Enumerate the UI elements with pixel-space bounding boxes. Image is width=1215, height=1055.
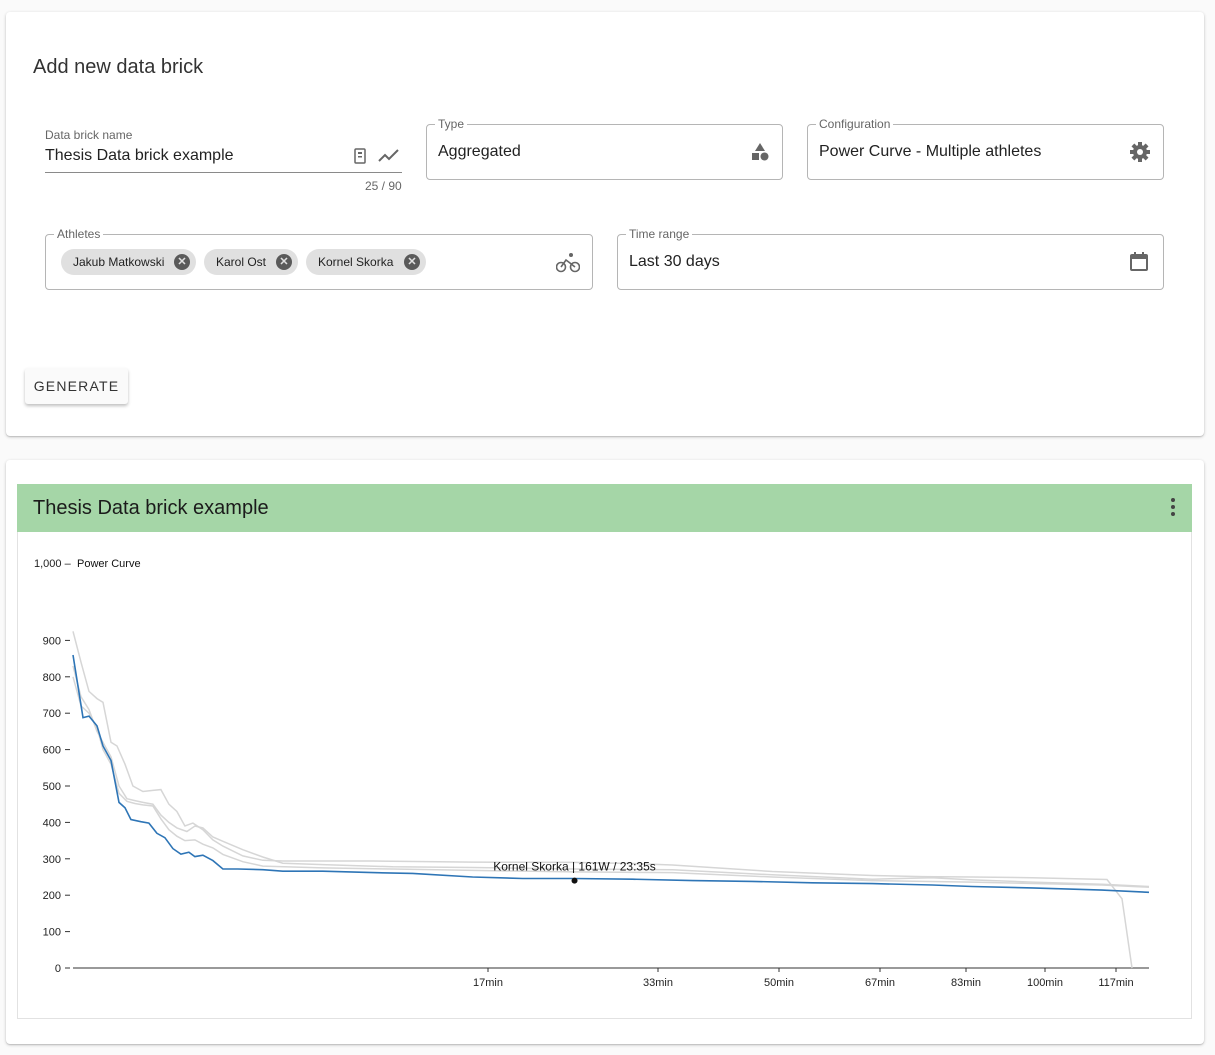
gear-icon[interactable] [1129,141,1151,168]
x-tick-label: 50min [764,977,794,989]
y-tick-label: 800 [43,672,61,684]
hover-point [571,877,578,884]
time-range-select[interactable]: Time range Last 30 days [617,227,1164,290]
result-header: Thesis Data brick example [17,484,1192,532]
name-field-input[interactable]: Thesis Data brick example [45,147,345,165]
x-tick-label: 67min [865,977,895,989]
time-range-label: Time range [626,227,693,241]
athlete-chip-label: Kornel Skorka [318,255,394,269]
chip-remove-icon[interactable]: ✕ [404,254,420,270]
calendar-icon[interactable] [1129,252,1149,277]
athlete-chip[interactable]: Karol Ost ✕ [204,249,298,275]
athlete-chip-label: Jakub Matkowski [73,255,165,269]
x-tick-label: 17min [473,977,503,989]
name-field-label: Data brick name [45,128,133,142]
x-tick-label: 83min [951,977,981,989]
chart-container: 0 100 200 300 400 500 600 700 800 900 1,000 – Powe… [17,532,1192,1019]
name-field-underline [45,172,402,173]
y-tick-label: 700 [43,708,61,720]
y-tick-label: 900 [43,635,61,647]
configuration-label: Configuration [816,117,894,131]
series-line [72,665,1150,888]
configuration-select[interactable]: Configuration Power Curve - Multiple ath… [807,117,1164,180]
athletes-label: Athletes [54,227,104,241]
form-title: Add new data brick [33,56,204,78]
add-brick-card: Add new data brick Data brick name Thesi… [6,12,1204,436]
athletes-select[interactable]: Athletes Jakub Matkowski ✕ Karol Ost ✕ K… [45,227,593,290]
athlete-chip[interactable]: Jakub Matkowski ✕ [61,249,196,275]
y-tick-label: 1,000 – [34,558,72,570]
x-tick-label: 33min [643,977,673,989]
time-range-value: Last 30 days [629,253,720,270]
chart-title: Power Curve [77,558,141,570]
y-tick-label: 500 [43,781,61,793]
trending-icon[interactable] [378,147,400,168]
power-curve-chart: 0 100 200 300 400 500 600 700 800 900 1,000 – Powe… [34,558,1150,989]
result-card: Thesis Data brick example 0 100 200 300 400 5… [6,460,1204,1044]
y-tick-label: 100 [43,927,61,939]
y-tick-label: 600 [43,745,61,757]
x-tick-label: 117min [1098,977,1133,989]
y-tick-label: 200 [43,890,61,902]
configuration-value: Power Curve - Multiple athletes [819,143,1042,160]
bike-icon [555,251,581,278]
x-tick-label: 100min [1027,977,1063,989]
type-value: Aggregated [438,143,521,160]
type-select[interactable]: Type Aggregated [426,117,783,180]
y-tick-label: 400 [43,817,61,829]
chip-remove-icon[interactable]: ✕ [276,254,292,270]
clipboard-icon[interactable] [352,147,368,170]
generate-button[interactable]: GENERATE [25,368,128,404]
name-field-counter: 25 / 90 [365,179,402,193]
chip-remove-icon[interactable]: ✕ [174,254,190,270]
y-tick-label: 0 [55,963,61,975]
series-line [72,676,1150,888]
athlete-chip[interactable]: Kornel Skorka ✕ [306,249,426,275]
result-title: Thesis Data brick example [33,497,269,519]
shapes-icon [750,142,770,167]
kebab-icon[interactable] [1170,498,1176,518]
y-tick-label: 300 [43,854,61,866]
series-line-highlight [72,654,1150,894]
type-label: Type [435,117,468,131]
athlete-chip-label: Karol Ost [216,255,267,269]
tooltip-label: Kornel Skorka | 161W / 23:35s [493,860,656,874]
series-line [72,631,1133,969]
